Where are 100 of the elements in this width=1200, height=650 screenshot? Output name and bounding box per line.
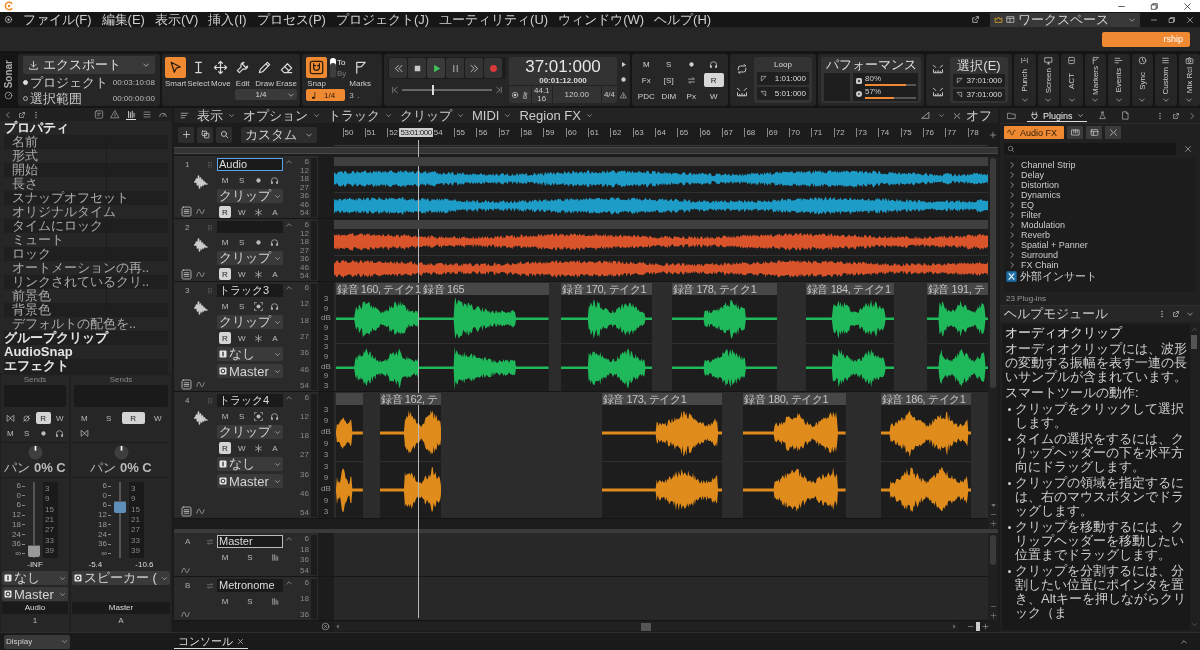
swap-icon[interactable] [206,537,214,546]
performance-title[interactable]: パフォーマンス [824,58,918,71]
section-header[interactable]: グループクリップ [4,331,168,345]
input-dropdown[interactable]: なし [217,457,283,471]
plugin-tree-item[interactable]: EQ [1004,200,1196,210]
output-dropdown[interactable]: Master [217,364,283,378]
note-card-icon[interactable] [94,109,104,120]
toggle-button[interactable]: M [73,412,96,424]
menu-button[interactable]: クリップ [400,106,464,125]
record-button[interactable] [484,58,502,78]
list-icon[interactable] [181,206,192,217]
snap-off-button[interactable]: オフ [953,106,992,125]
toggle-button[interactable]: A [268,442,281,454]
tempo[interactable]: 120.00 [564,90,589,99]
fader-thumb[interactable] [113,501,126,514]
bus-name-field[interactable]: Master [217,535,283,548]
search-button[interactable] [216,126,232,143]
collapse-icon[interactable] [285,394,293,402]
headphones-icon[interactable] [270,237,280,247]
ruler-bracket-icon[interactable] [736,85,748,98]
track-name-field[interactable]: トラック4 [217,394,283,407]
snap-value-button[interactable]: 1/4 [306,89,346,101]
toggle-switch[interactable] [330,58,336,78]
property-row[interactable]: 開始 [4,163,168,177]
add-track-button[interactable] [178,126,194,143]
toggle-button[interactable]: A [268,206,281,218]
app-menu-icon[interactable] [4,15,13,24]
swap-icon[interactable] [686,75,696,85]
kebab-menu-icon[interactable] [1158,310,1166,318]
menu-item[interactable]: ファイル(F) [23,12,92,27]
sends-label[interactable]: Sends [2,375,68,384]
plugin-tree-item[interactable]: Spatial + Panner [1004,240,1196,250]
display-dropdown[interactable]: Display [4,634,70,649]
track-name-field[interactable]: Audio [217,158,283,171]
audio-clip[interactable]: 録音 173, テイク1 [601,393,723,518]
scrollbar-thumb[interactable] [1191,335,1197,349]
tool-button[interactable]: Draw [254,57,276,88]
view-tab[interactable]: Mix Rcl [1178,54,1200,106]
audio-clip[interactable] [334,220,988,281]
toggle-button[interactable]: M [219,410,231,422]
zoom-handle[interactable] [976,622,980,631]
property-row[interactable]: リンクされているクリ.. [4,275,168,289]
property-row[interactable]: 背景色 [4,303,168,317]
automation-curve-icon[interactable] [196,380,205,389]
toggle-button[interactable]: W [146,412,169,424]
console-tab[interactable]: コンソール [174,634,248,649]
track-header[interactable]: 3 トラック3 M S クリップ R W A なし Master 6 12 18 27 36 46 54 [174,282,318,391]
expand-icon[interactable] [1180,637,1188,646]
plugin-tree-item[interactable]: Distortion [1004,180,1196,190]
audio-clip[interactable]: 録音 191, テ [926,283,988,391]
toggle-button[interactable]: S [235,174,248,186]
audio-clip[interactable]: 録音 170, テイク1 [561,283,653,391]
collapse-icon[interactable] [285,579,293,587]
loop-start-field[interactable]: 1:01:000 [757,72,809,85]
toggle-button[interactable]: S [244,595,256,607]
strip-name[interactable]: Master [72,602,170,614]
playhead-line[interactable] [418,140,420,618]
toggle-button[interactable]: M [219,595,231,607]
stop-button[interactable] [408,58,426,78]
toggle-button[interactable]: M [219,300,231,312]
record-icon[interactable] [253,411,263,421]
preset-dropdown[interactable]: カスタム [241,126,317,143]
record-icon[interactable] [253,175,263,185]
skip-start-icon[interactable] [391,86,399,94]
toggle-button[interactable]: R [219,332,231,344]
headphones-icon[interactable] [55,428,65,438]
scrollbar-thumb[interactable] [990,158,996,388]
input-dropdown[interactable]: なし [217,347,283,361]
toggle-button[interactable]: M [219,551,231,563]
scrollbar-track[interactable] [334,622,958,631]
toggle-button[interactable]: R [219,268,231,280]
scroll-right-icon[interactable] [951,623,958,630]
record-icon[interactable] [620,76,627,84]
view-tab[interactable]: Custom [1155,54,1177,106]
close-icon[interactable] [1183,1,1192,11]
toggle-button[interactable]: M [3,427,18,439]
zoom-in-icon[interactable] [989,520,997,527]
clip-header[interactable]: 録音 165 [422,283,549,295]
bars-icon[interactable] [126,109,136,120]
automation-curve-icon[interactable] [181,566,190,575]
time-signature[interactable]: 4/4 [603,90,615,99]
note-modifier-button[interactable]: . [357,90,360,100]
meter-icon[interactable] [270,552,280,562]
clip-header[interactable]: 録音 170, テイク1 [561,283,653,295]
caret-icon[interactable] [938,112,945,119]
toggle-button[interactable]: R [219,206,231,218]
bus-name-field[interactable]: Metronome [217,579,283,592]
grip-icon[interactable] [206,286,214,295]
toggle-button[interactable]: R [36,412,51,424]
toggle-button[interactable]: W [235,442,248,454]
menu-button[interactable]: Region FX [519,108,593,123]
play-button[interactable] [427,58,445,78]
snap-button[interactable]: Snap [306,57,327,88]
selection-title[interactable]: 選択(E) [953,59,1005,72]
headphones-icon[interactable] [270,301,280,311]
scrollbar-track[interactable] [1190,324,1198,630]
menu-item[interactable]: ユーティリティ(U) [439,12,549,27]
duplicate-button[interactable] [197,126,213,143]
property-row[interactable]: タイムにロック [4,219,168,233]
menu-item[interactable]: 挿入(I) [208,12,247,27]
